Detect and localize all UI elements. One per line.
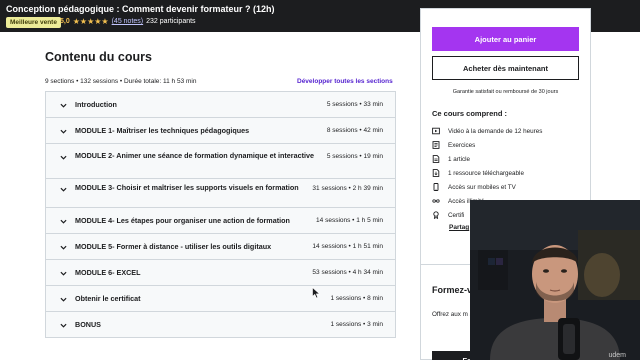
section-row[interactable]: MODULE 1- Maîtriser les techniques pédag… — [46, 118, 395, 144]
chevron-down-icon — [60, 322, 67, 329]
chevron-down-icon — [60, 270, 67, 277]
includes-item: 1 ressource téléchargeable — [432, 166, 582, 180]
participants-count: 232 participants — [146, 18, 196, 25]
share-link[interactable]: Partag — [449, 224, 469, 231]
exercise-icon — [432, 141, 440, 149]
section-row[interactable]: Obtenir le certificat 1 sessions • 8 min — [46, 286, 395, 312]
includes-item: Vidéo à la demande de 12 heures — [432, 124, 582, 138]
section-meta: 31 sessions • 2 h 39 min — [312, 185, 383, 192]
section-meta: 14 sessions • 1 h 5 min — [316, 217, 383, 224]
section-row[interactable]: MODULE 5- Former à distance - utiliser l… — [46, 234, 395, 260]
article-icon — [432, 155, 440, 163]
section-row[interactable]: MODULE 2- Animer une séance de formation… — [46, 144, 395, 179]
section-meta: 8 sessions • 42 min — [326, 127, 383, 134]
chevron-down-icon — [60, 244, 67, 251]
section-title: Introduction — [75, 100, 117, 109]
section-title: MODULE 5- Former à distance - utiliser l… — [75, 242, 272, 251]
section-row[interactable]: MODULE 4- Les étapes pour organiser une … — [46, 208, 395, 234]
chevron-down-icon — [60, 186, 67, 193]
infinity-icon — [432, 197, 440, 205]
bestseller-badge: Meilleure vente — [6, 17, 61, 28]
course-title: Conception pédagogique : Comment devenir… — [6, 4, 275, 14]
section-title: MODULE 2- Animer une séance de formation… — [75, 151, 314, 160]
presenter-video: udem — [470, 200, 640, 360]
includes-item: Accès sur mobiles et TV — [432, 180, 582, 194]
section-meta: 1 sessions • 3 min — [330, 321, 384, 328]
section-meta: 14 sessions • 1 h 51 min — [312, 243, 383, 250]
chevron-down-icon — [60, 296, 67, 303]
section-row[interactable]: BONUS 1 sessions • 3 min — [46, 312, 395, 337]
includes-item: 1 article — [432, 152, 582, 166]
mouse-cursor-icon — [312, 287, 321, 299]
course-content-meta: 9 sections • 132 sessions • Durée totale… — [45, 78, 197, 85]
chevron-down-icon — [60, 128, 67, 135]
udemy-watermark: udem — [608, 352, 626, 359]
course-content-title: Contenu du cours — [45, 50, 152, 64]
rating-score: 5,0 — [60, 18, 70, 25]
section-meta: 1 sessions • 8 min — [330, 295, 384, 302]
curriculum-sections: Introduction 5 sessions • 33 min MODULE … — [45, 91, 396, 338]
section-meta: 53 sessions • 4 h 34 min — [312, 269, 383, 276]
section-title: MODULE 4- Les étapes pour organiser une … — [75, 216, 290, 225]
mobile-icon — [432, 183, 440, 191]
section-row[interactable]: MODULE 3- Choisir et maîtriser les suppo… — [46, 179, 395, 208]
chevron-down-icon — [60, 218, 67, 225]
expand-all-sections-button[interactable]: Développer toutes les sections — [297, 78, 393, 85]
section-row[interactable]: Introduction 5 sessions • 33 min — [46, 92, 395, 118]
star-icon: ★★★★★ — [72, 17, 109, 26]
download-icon — [432, 169, 440, 177]
video-icon — [432, 127, 440, 135]
includes-item: Exercices — [432, 138, 582, 152]
certificate-icon — [432, 211, 440, 219]
chevron-down-icon — [60, 102, 67, 109]
section-row[interactable]: MODULE 6- EXCEL 53 sessions • 4 h 34 min — [46, 260, 395, 286]
section-title: Obtenir le certificat — [75, 294, 141, 303]
section-title: MODULE 1- Maîtriser les techniques pédag… — [75, 126, 250, 135]
buy-now-button[interactable]: Acheter dès maintenant — [432, 56, 579, 80]
course-rating: 5,0 ★★★★★ (45 notes) 232 participants — [60, 17, 196, 26]
section-meta: 5 sessions • 19 min — [326, 153, 383, 160]
money-back-guarantee: Garantie satisfait ou remboursé de 30 jo… — [452, 89, 559, 95]
chevron-down-icon — [60, 154, 67, 161]
add-to-cart-button[interactable]: Ajouter au panier — [432, 27, 579, 51]
section-title: BONUS — [75, 320, 101, 329]
rating-count-link[interactable]: (45 notes) — [112, 18, 144, 25]
section-title: MODULE 3- Choisir et maîtriser les suppo… — [75, 183, 299, 192]
section-title: MODULE 6- EXCEL — [75, 268, 141, 277]
webcam-overlay: udem — [470, 200, 640, 360]
includes-title: Ce cours comprend : — [432, 109, 508, 118]
section-meta: 5 sessions • 33 min — [326, 101, 383, 108]
